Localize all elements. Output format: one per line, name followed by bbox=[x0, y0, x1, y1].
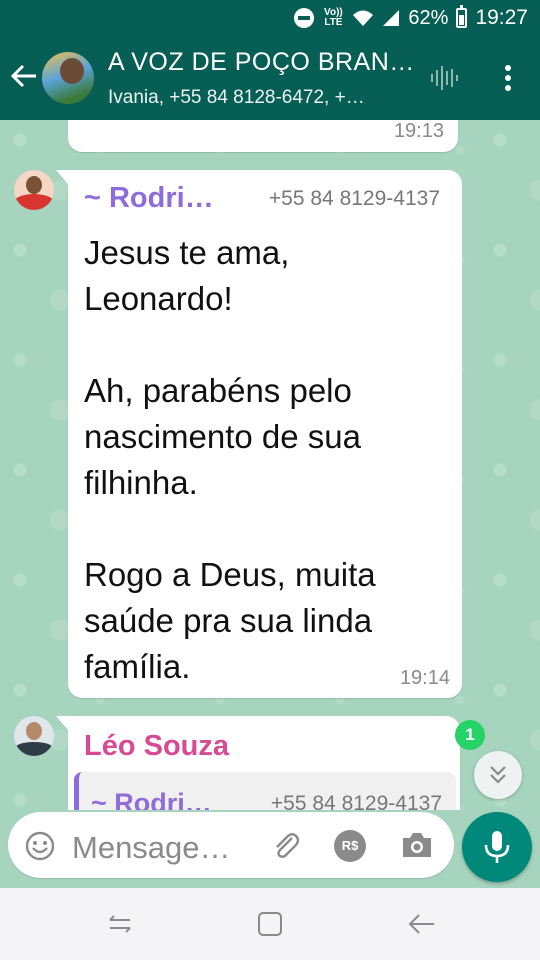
sender-avatar-rodri[interactable] bbox=[14, 170, 54, 210]
message-time: 19:13 bbox=[393, 120, 444, 142]
group-avatar[interactable] bbox=[42, 52, 94, 104]
sender-name[interactable]: ~ Rodri… bbox=[84, 182, 214, 215]
message-placeholder: Mensage… bbox=[72, 830, 231, 865]
scroll-to-bottom-button[interactable] bbox=[474, 751, 522, 799]
quoted-sender: ~ Rodri… bbox=[91, 788, 212, 810]
recent-apps-icon[interactable] bbox=[106, 912, 134, 936]
message-bubble[interactable]: 19:13 bbox=[68, 120, 458, 152]
double-chevron-down-icon bbox=[490, 766, 506, 784]
quoted-phone: +55 84 8129-4137 bbox=[270, 792, 442, 810]
paperclip-icon[interactable] bbox=[270, 830, 302, 862]
volte-label: Vo)) LTE bbox=[324, 7, 343, 28]
message-bubble-leo[interactable]: Léo Souza ~ Rodri… +55 84 8129-4137 bbox=[68, 716, 460, 810]
wifi-icon bbox=[353, 10, 374, 26]
quoted-message[interactable]: ~ Rodri… +55 84 8129-4137 bbox=[74, 772, 456, 810]
chat-header: A VOZ DE POÇO BRAN… Ivania, +55 84 8128-… bbox=[0, 36, 540, 120]
voice-message-button[interactable] bbox=[462, 812, 532, 882]
back-arrow-icon[interactable] bbox=[10, 62, 38, 90]
message-input[interactable]: Mensage… R$ bbox=[8, 812, 454, 878]
sender-avatar-leo[interactable] bbox=[14, 716, 54, 756]
message-time: 19:14 bbox=[399, 667, 450, 689]
battery-icon bbox=[456, 5, 468, 28]
group-title[interactable]: A VOZ DE POÇO BRAN… bbox=[108, 48, 415, 77]
battery-percent: 62% bbox=[408, 6, 449, 29]
payment-icon[interactable]: R$ bbox=[334, 830, 366, 862]
home-icon[interactable] bbox=[256, 910, 284, 938]
more-options-icon[interactable] bbox=[496, 64, 520, 92]
group-participants[interactable]: Ivania, +55 84 8128-6472, +… bbox=[108, 87, 365, 109]
volte-indicator: Vo)) LTE bbox=[322, 8, 344, 28]
system-nav-bar bbox=[0, 888, 540, 960]
chat-area[interactable]: 19:13 ~ Rodri… +55 84 8129-4137 Jesus te… bbox=[0, 120, 540, 810]
signal-icon bbox=[383, 10, 400, 26]
bubble-tail bbox=[56, 716, 68, 730]
message-bubble-rodri[interactable]: ~ Rodri… +55 84 8129-4137 Jesus te ama, … bbox=[68, 170, 462, 698]
unread-count-badge: 1 bbox=[455, 720, 485, 750]
microphone-icon bbox=[484, 831, 510, 863]
soundwave-icon[interactable] bbox=[430, 66, 458, 90]
sender-name[interactable]: Léo Souza bbox=[84, 730, 229, 763]
emoji-icon[interactable] bbox=[24, 830, 56, 862]
status-time: 19:27 bbox=[475, 6, 528, 29]
camera-icon[interactable] bbox=[400, 830, 434, 860]
sender-phone: +55 84 8129-4137 bbox=[268, 187, 440, 210]
status-bar: Vo)) LTE 62% 19:27 bbox=[0, 0, 540, 36]
composer-bar: Mensage… R$ bbox=[0, 810, 540, 888]
bubble-tail bbox=[56, 170, 68, 184]
do-not-disturb-icon bbox=[294, 8, 315, 28]
message-text: Jesus te ama, Leonardo! Ah, parabéns pel… bbox=[84, 234, 376, 685]
back-icon[interactable] bbox=[406, 912, 436, 936]
